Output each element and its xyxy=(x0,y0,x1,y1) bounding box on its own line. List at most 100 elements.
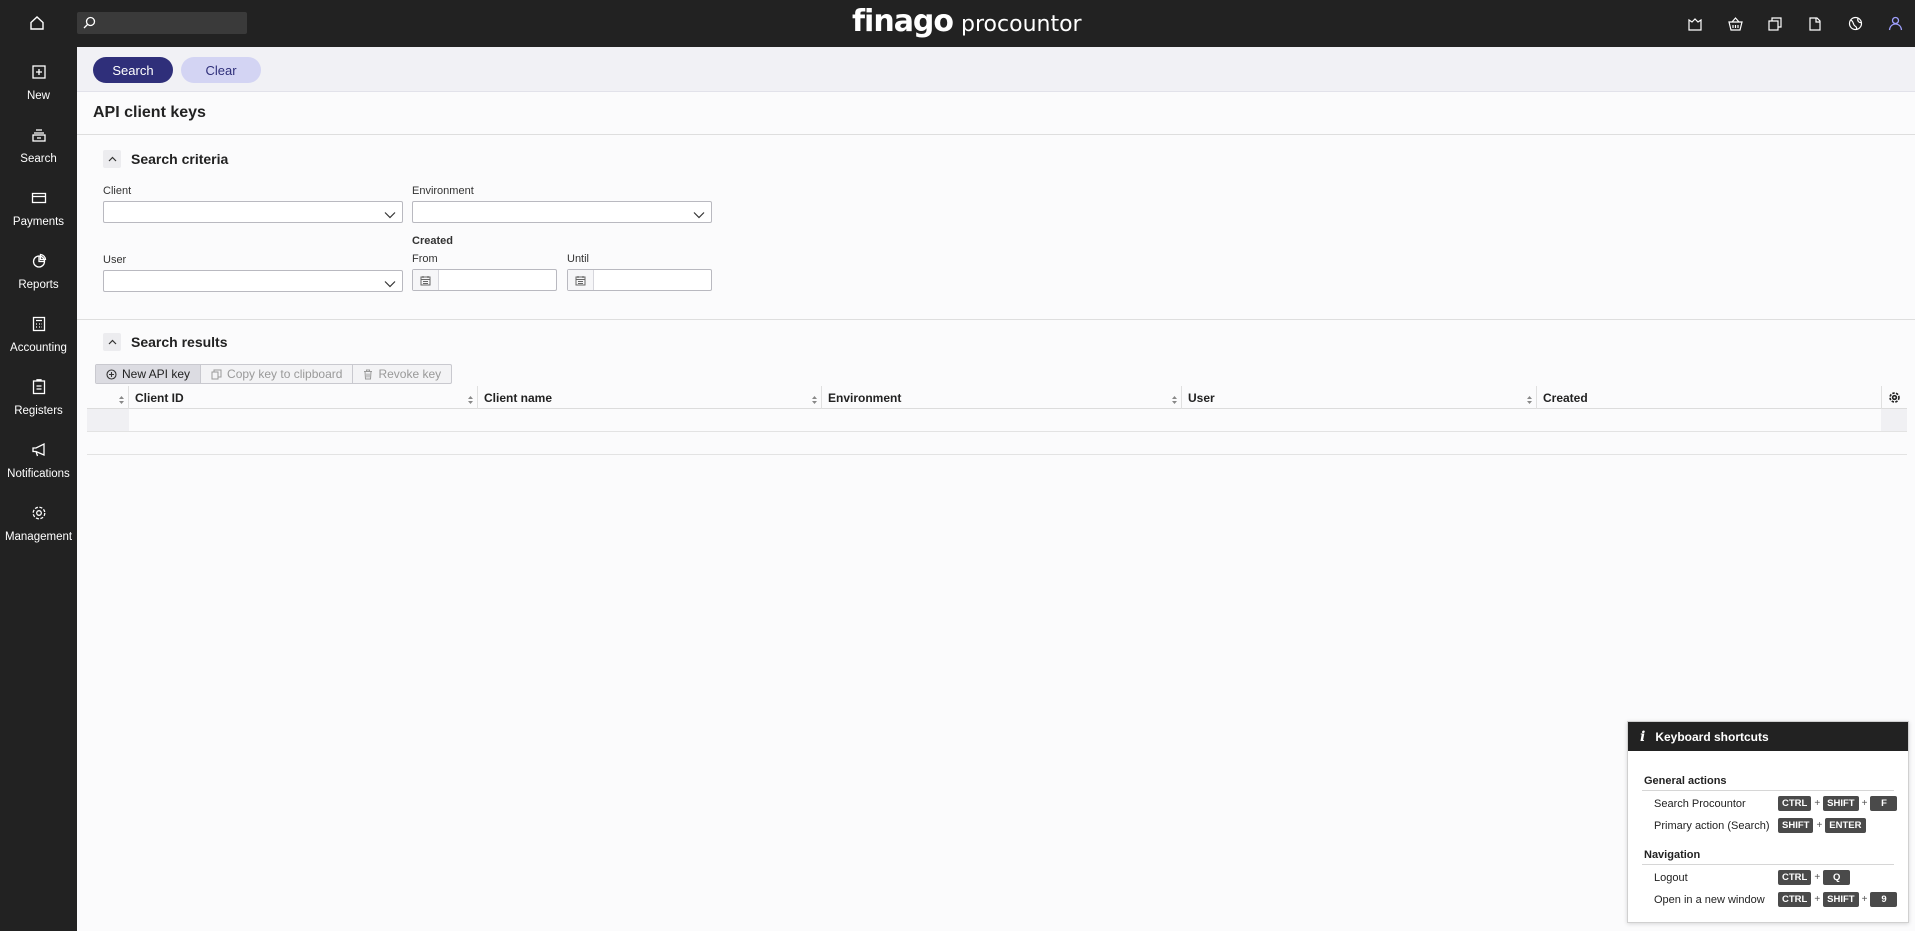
client-label: Client xyxy=(103,185,132,197)
castle-icon[interactable] xyxy=(1675,4,1715,44)
basket-icon[interactable] xyxy=(1715,4,1755,44)
sidebar-item-notifications[interactable]: Notifications xyxy=(0,432,77,492)
page-title: API client keys xyxy=(93,104,206,121)
table-row[interactable] xyxy=(87,409,1907,432)
column-settings-button[interactable] xyxy=(1881,386,1907,409)
shortcut-label: Search Procountor xyxy=(1654,798,1746,810)
sidebar-item-registers[interactable]: Registers xyxy=(0,369,77,429)
pie-chart-icon xyxy=(0,253,77,275)
section-title: Search results xyxy=(131,334,228,350)
global-search-input[interactable] xyxy=(77,12,247,34)
plus-circle-icon xyxy=(106,368,117,380)
client-select[interactable] xyxy=(103,201,403,223)
environment-select[interactable] xyxy=(412,201,712,223)
gear-icon xyxy=(1889,392,1900,403)
keyboard-shortcuts-header: i Keyboard shortcuts xyxy=(1628,722,1908,751)
divider xyxy=(1642,790,1894,791)
calendar-icon[interactable] xyxy=(568,270,594,290)
user-select[interactable] xyxy=(103,270,403,292)
key: F xyxy=(1870,796,1898,811)
copy-key-button[interactable]: Copy key to clipboard xyxy=(201,365,354,383)
document-icon[interactable] xyxy=(1795,4,1835,44)
button-label: Revoke key xyxy=(378,367,442,381)
user-label: User xyxy=(103,254,127,266)
key: SHIFT xyxy=(1823,892,1859,907)
windows-icon[interactable] xyxy=(1755,4,1795,44)
brand-logo[interactable]: finago procountor xyxy=(852,4,1082,42)
select-column-header[interactable] xyxy=(87,386,129,409)
user-icon[interactable] xyxy=(1875,4,1915,44)
sidebar-item-label: Notifications xyxy=(7,468,70,480)
chevron-up-icon[interactable] xyxy=(103,333,121,351)
sidebar: New Search Payments Reports Accounting R… xyxy=(0,47,77,931)
sort-icon xyxy=(119,393,124,407)
panel-title: Keyboard shortcuts xyxy=(1655,729,1769,744)
table-header: Client ID Client name Environment User C… xyxy=(87,386,1907,409)
chevron-down-icon xyxy=(384,207,396,222)
new-document-icon xyxy=(0,64,77,86)
column-client-id[interactable]: Client ID xyxy=(129,386,478,409)
calculator-icon xyxy=(0,316,77,338)
sidebar-item-payments[interactable]: Payments xyxy=(0,180,77,240)
divider xyxy=(77,134,1915,135)
sidebar-item-search[interactable]: Search xyxy=(0,117,77,177)
column-label: Client name xyxy=(484,390,553,405)
shortcut-keys: CTRL + Q xyxy=(1778,870,1851,885)
gear-icon xyxy=(0,505,77,527)
key: CTRL xyxy=(1778,796,1812,811)
shortcut-group-title: Navigation xyxy=(1644,849,1701,861)
sort-icon xyxy=(812,393,817,407)
sidebar-item-label: Payments xyxy=(12,216,65,228)
revoke-key-button[interactable]: Revoke key xyxy=(353,365,451,383)
search-icon xyxy=(83,16,96,29)
trash-icon xyxy=(364,369,373,379)
sidebar-item-management[interactable]: Management xyxy=(0,495,77,555)
clear-button[interactable]: Clear xyxy=(181,57,261,83)
results-toolbar: New API key Copy key to clipboard Revoke… xyxy=(95,364,453,384)
home-icon[interactable] xyxy=(24,10,50,36)
sidebar-item-label: New xyxy=(26,90,50,102)
info-icon: i xyxy=(1640,728,1646,745)
column-label: Client ID xyxy=(135,390,184,405)
column-user[interactable]: User xyxy=(1182,386,1537,409)
sort-icon xyxy=(468,393,473,407)
key: 9 xyxy=(1870,892,1898,907)
from-label: From xyxy=(412,253,438,265)
key: ENTER xyxy=(1825,818,1866,833)
column-label: Environment xyxy=(828,390,902,405)
keyboard-shortcuts-panel: i Keyboard shortcuts General actions Sea… xyxy=(1627,721,1909,923)
search-criteria-header: Search criteria xyxy=(103,150,228,168)
register-icon xyxy=(0,379,77,401)
copy-icon xyxy=(211,369,222,379)
shortcut-keys: CTRL + SHIFT + F xyxy=(1778,796,1898,811)
brand-name-part2: procountor xyxy=(961,12,1082,37)
action-toolbar: Search Clear xyxy=(77,47,1915,92)
sidebar-item-reports[interactable]: Reports xyxy=(0,243,77,303)
sidebar-item-new[interactable]: New xyxy=(0,54,77,114)
until-label: Until xyxy=(567,253,590,265)
key: Q xyxy=(1823,870,1851,885)
top-bar: finago procountor xyxy=(0,0,1915,47)
table-row[interactable] xyxy=(87,432,1907,455)
calendar-icon[interactable] xyxy=(413,270,439,290)
from-date-input[interactable] xyxy=(412,269,557,291)
column-client-name[interactable]: Client name xyxy=(478,386,822,409)
megaphone-icon xyxy=(0,442,77,464)
sidebar-item-label: Registers xyxy=(14,405,63,417)
search-button[interactable]: Search xyxy=(93,57,173,83)
stack-icon xyxy=(0,127,77,149)
globe-icon[interactable] xyxy=(1835,4,1875,44)
shortcut-keys: CTRL + SHIFT + 9 xyxy=(1778,892,1898,907)
column-environment[interactable]: Environment xyxy=(822,386,1182,409)
key: SHIFT xyxy=(1778,818,1814,833)
sidebar-item-label: Reports xyxy=(18,279,59,291)
sidebar-item-accounting[interactable]: Accounting xyxy=(0,306,77,366)
chevron-up-icon[interactable] xyxy=(103,150,121,168)
until-date-input[interactable] xyxy=(567,269,712,291)
shortcut-label: Primary action (Search) xyxy=(1654,820,1770,832)
column-created[interactable]: Created xyxy=(1537,386,1881,409)
shortcut-label: Logout xyxy=(1654,872,1688,884)
sort-icon xyxy=(1172,393,1177,407)
new-api-key-button[interactable]: New API key xyxy=(96,365,202,383)
top-right-icons xyxy=(1675,0,1915,47)
